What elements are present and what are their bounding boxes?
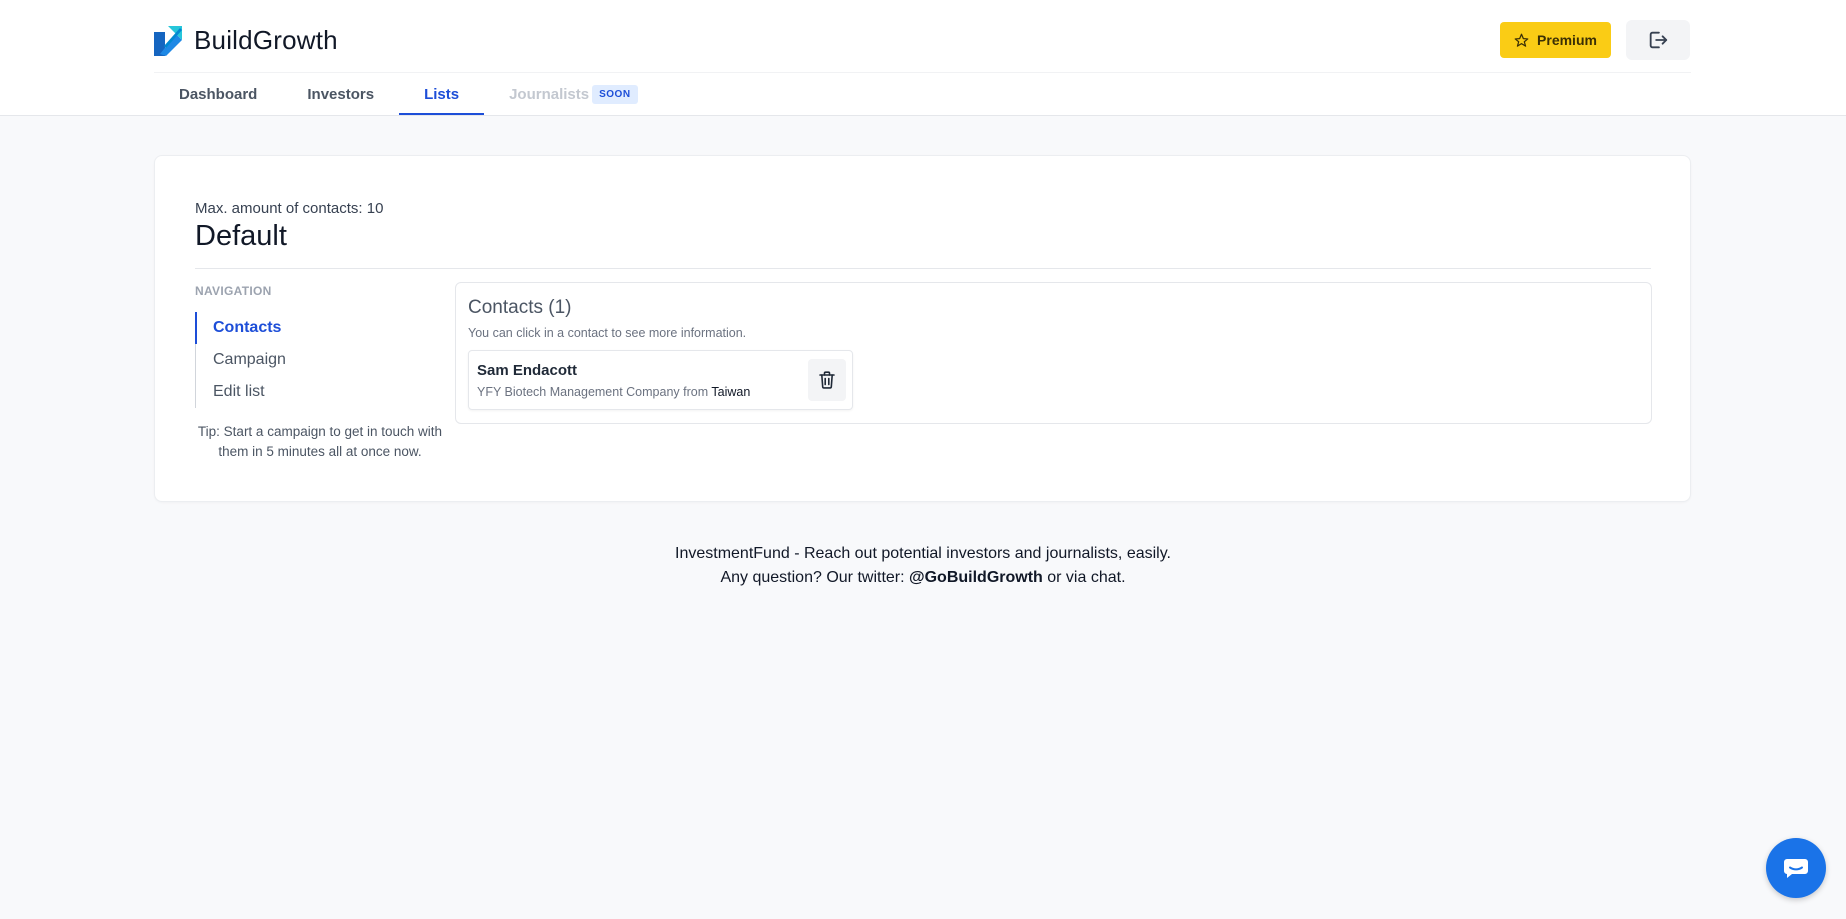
contact-meta: YFY Biotech Management Company from Taiw… bbox=[477, 385, 750, 399]
logout-icon bbox=[1649, 31, 1668, 49]
tab-label: Dashboard bbox=[179, 85, 258, 103]
brand[interactable]: BuildGrowth bbox=[154, 24, 338, 56]
footer-contact-line: Any question? Our twitter: @GoBuildGrowt… bbox=[0, 566, 1846, 590]
list-title: Default bbox=[195, 220, 287, 252]
tab-lists[interactable]: Lists bbox=[399, 73, 485, 115]
footer-tagline: InvestmentFund - Reach out potential inv… bbox=[675, 545, 1171, 562]
max-contacts-text: Max. amount of contacts: 10 bbox=[195, 200, 384, 217]
chat-launcher-button[interactable] bbox=[1766, 838, 1826, 898]
list-card: Max. amount of contacts: 10 Default NAVI… bbox=[154, 155, 1691, 502]
contacts-hint: You can click in a contact to see more i… bbox=[468, 326, 747, 340]
tab-label: Investors bbox=[307, 85, 375, 103]
twitter-link[interactable]: @GoBuildGrowth bbox=[909, 569, 1043, 586]
footer: InvestmentFund - Reach out potential inv… bbox=[0, 542, 1846, 590]
tab-dashboard[interactable]: Dashboard bbox=[154, 73, 282, 115]
star-icon bbox=[1514, 33, 1529, 47]
logout-button[interactable] bbox=[1626, 20, 1690, 60]
contacts-title: Contacts (1) bbox=[468, 297, 572, 318]
nav-item-campaign[interactable]: Campaign bbox=[196, 344, 425, 376]
brand-name: BuildGrowth bbox=[194, 24, 338, 55]
chat-icon bbox=[1784, 859, 1808, 878]
main-tabs: Dashboard Investors Lists Journalists SO… bbox=[154, 73, 663, 115]
soon-badge: SOON bbox=[592, 84, 638, 104]
premium-label: Premium bbox=[1537, 32, 1597, 48]
tab-label: Journalists bbox=[509, 85, 590, 103]
contact-company: YFY Biotech Management Company from bbox=[477, 385, 712, 399]
tab-label: Lists bbox=[424, 85, 460, 103]
contact-name: Sam Endacott bbox=[477, 362, 578, 379]
contact-card[interactable]: Sam Endacott YFY Biotech Management Comp… bbox=[468, 350, 853, 410]
footer-chat-text: or via chat. bbox=[1042, 569, 1126, 586]
card-divider bbox=[195, 268, 1651, 269]
nav-item-edit-list[interactable]: Edit list bbox=[196, 376, 425, 408]
navigation-heading: NAVIGATION bbox=[195, 284, 272, 298]
brand-logo-icon bbox=[154, 26, 182, 56]
delete-contact-button[interactable] bbox=[808, 359, 846, 401]
campaign-tip: Tip: Start a campaign to get in touch wi… bbox=[197, 424, 443, 459]
contacts-panel: Contacts (1) You can click in a contact … bbox=[455, 282, 1652, 424]
premium-button[interactable]: Premium bbox=[1500, 22, 1611, 58]
nav-item-contacts[interactable]: Contacts bbox=[195, 312, 425, 344]
top-header: BuildGrowth Premium Dashboard Investors … bbox=[0, 0, 1846, 116]
contact-country: Taiwan bbox=[711, 385, 751, 399]
footer-question-text: Any question? Our twitter: bbox=[720, 569, 909, 586]
side-navigation: Contacts Campaign Edit list bbox=[195, 312, 425, 408]
tab-investors[interactable]: Investors bbox=[282, 73, 399, 115]
trash-icon bbox=[819, 371, 835, 389]
tab-journalists: Journalists SOON bbox=[484, 73, 662, 115]
